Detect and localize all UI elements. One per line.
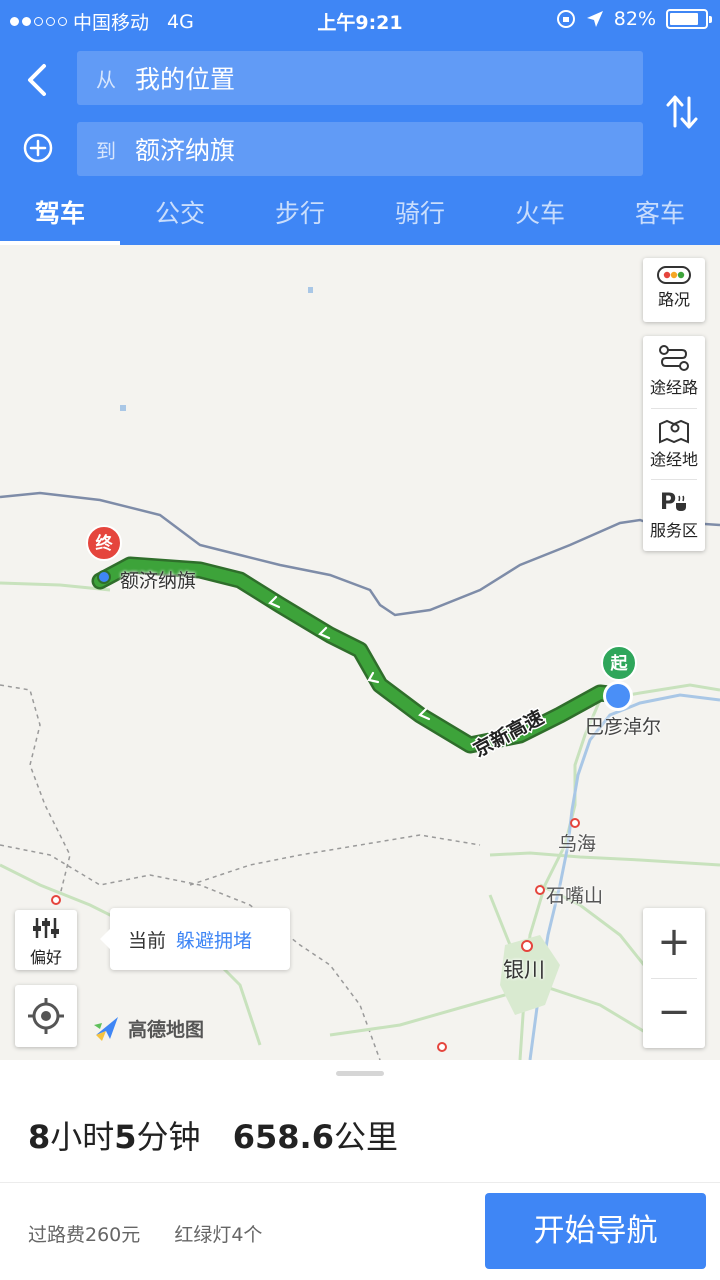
destination-value: 额济纳旗	[135, 136, 236, 165]
preference-tip-prefix: 当前	[128, 929, 167, 952]
duration-hours: 8	[28, 1118, 51, 1156]
origin-field[interactable]: 从 我的位置	[77, 51, 643, 105]
route-summary-panel: 8小时5分钟 658.6公里 过路费260元 红绿灯4个 开始导航	[0, 1060, 720, 1280]
via-route-icon	[659, 345, 689, 371]
via-place-label: 途经地	[649, 450, 698, 469]
location-arrow-icon	[586, 11, 603, 27]
battery-icon	[666, 9, 712, 29]
amap-logo: 高德地图	[92, 1013, 204, 1043]
service-area-button[interactable]: P 服务区	[643, 487, 705, 541]
toll-info: 过路费260元	[28, 1224, 141, 1246]
crosshair-icon	[28, 998, 64, 1034]
duration-minutes-unit: 分钟	[136, 1118, 201, 1156]
status-bar: 中国移动 4G 上午9:21 82%	[0, 0, 720, 40]
via-place-button[interactable]: 途经地	[643, 416, 705, 470]
traffic-lights-info: 红绿灯4个	[174, 1224, 263, 1246]
tab-drive[interactable]: 驾车	[0, 190, 120, 245]
back-icon[interactable]	[22, 62, 52, 98]
origin-value: 我的位置	[135, 65, 236, 94]
drag-handle[interactable]	[336, 1071, 384, 1076]
via-route-button[interactable]: 途经路	[643, 344, 705, 398]
tab-train[interactable]: 火车	[480, 190, 600, 245]
map-view[interactable]: 京新高速 终 额济纳旗 起 巴彦淖尔 乌海 石嘴山 银川 路况 途经路 途经地 …	[0, 245, 720, 1060]
destination-map-label: 额济纳旗	[120, 570, 197, 592]
service-area-icon: P	[660, 490, 686, 515]
city-label-wuhai: 乌海	[558, 833, 597, 855]
route-extra-info: 过路费260元 红绿灯4个	[28, 1220, 290, 1247]
destination-field[interactable]: 到 额济纳旗	[77, 122, 643, 176]
route-summary: 8小时5分钟 658.6公里	[28, 1112, 398, 1158]
start-marker: 起	[601, 645, 637, 681]
route-header: 从 我的位置 到 额济纳旗 驾车 公交 步行 骑行 火车 客车	[0, 40, 720, 245]
preference-label: 偏好	[29, 948, 62, 967]
preference-tooltip: 当前 躲避拥堵	[100, 908, 290, 970]
battery-percent: 82%	[613, 8, 656, 30]
preference-button[interactable]: 偏好	[15, 910, 77, 970]
distance-value: 658.6	[232, 1118, 334, 1156]
end-marker: 终	[86, 525, 122, 561]
preference-tip-value: 躲避拥堵	[176, 929, 253, 952]
locate-button[interactable]	[15, 985, 77, 1047]
duration-minutes: 5	[114, 1118, 137, 1156]
add-stop-icon[interactable]	[22, 132, 54, 164]
zoom-out-button[interactable]: −	[643, 978, 705, 1048]
preference-sliders-icon	[33, 918, 59, 938]
traffic-button[interactable]: 路况	[643, 258, 705, 322]
distance-unit: 公里	[333, 1118, 398, 1156]
city-label-shizuishan: 石嘴山	[546, 885, 604, 907]
tab-bus[interactable]: 公交	[120, 190, 240, 245]
origin-prefix: 从	[96, 67, 116, 92]
traffic-label: 路况	[657, 290, 690, 309]
city-label-yinchuan: 银川	[503, 958, 545, 982]
zoom-in-button[interactable]: +	[643, 908, 705, 978]
traffic-light-icon	[657, 266, 691, 284]
duration-hours-unit: 小时	[50, 1118, 115, 1156]
amap-logo-text: 高德地图	[128, 1018, 205, 1041]
tab-bike[interactable]: 骑行	[360, 190, 480, 245]
battery-fill	[670, 13, 698, 25]
panel-divider	[0, 1182, 720, 1183]
origin-map-label: 巴彦淖尔	[585, 716, 662, 738]
amap-logo-icon	[94, 1017, 118, 1041]
start-navigation-button[interactable]: 开始导航	[485, 1193, 706, 1269]
via-route-label: 途经路	[649, 378, 698, 397]
svg-text:P: P	[660, 490, 676, 515]
swap-icon[interactable]	[664, 92, 700, 132]
destination-prefix: 到	[96, 138, 116, 163]
tab-walk[interactable]: 步行	[240, 190, 360, 245]
route-tools-panel: 途经路 途经地 P 服务区	[643, 336, 705, 551]
rotation-lock-icon	[556, 10, 575, 28]
zoom-controls: + −	[643, 908, 705, 1048]
via-place-icon	[659, 419, 689, 444]
transport-tabs: 驾车 公交 步行 骑行 火车 客车	[0, 190, 720, 245]
service-area-label: 服务区	[649, 521, 698, 540]
tab-coach[interactable]: 客车	[600, 190, 720, 245]
